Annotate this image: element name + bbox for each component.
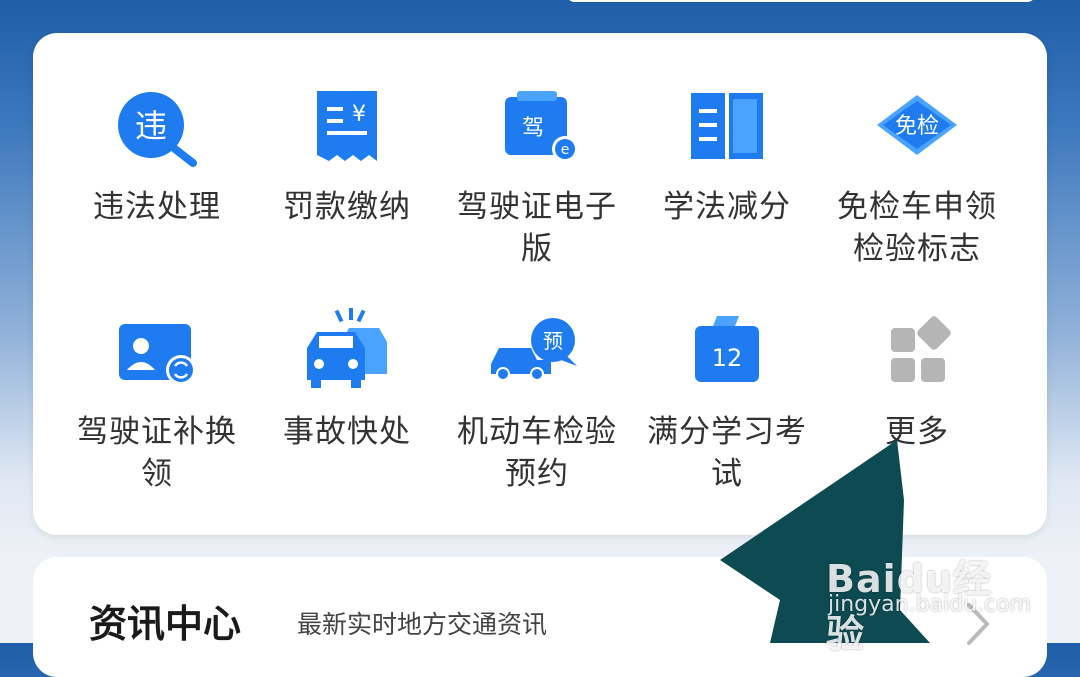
inspection-booking-icon: 预 (487, 308, 587, 398)
service-label: 满分学习考试 (647, 414, 807, 492)
service-label: 机动车检验预约 (457, 414, 617, 492)
service-label: 免检车申领检验标志 (837, 189, 997, 267)
service-label: 驾驶证补换领 (77, 414, 237, 492)
service-more[interactable]: 更多 (822, 308, 1012, 528)
receipt-icon: ¥ (297, 83, 397, 173)
service-label: 事故快处 (283, 414, 411, 450)
service-label: 学法减分 (663, 189, 791, 225)
exempt-badge-icon: 免检 (867, 83, 967, 173)
news-subtitle: 最新实时地方交通资讯 (297, 610, 548, 639)
service-violation[interactable]: 违 违法处理 (62, 83, 252, 313)
baidu-watermark: Baidu经验 jingyan.baidu.com (826, 540, 1031, 656)
service-label: 驾驶证电子版 (457, 189, 617, 267)
service-label: 罚款缴纳 (283, 189, 411, 225)
car-accident-icon (297, 308, 397, 398)
service-accident[interactable]: 事故快处 (252, 308, 442, 528)
svg-text:驾: 驾 (522, 116, 544, 141)
service-study-deduct[interactable]: 学法减分 (632, 83, 822, 313)
violation-search-icon: 违 (107, 83, 207, 173)
license-renew-icon (107, 308, 207, 398)
service-fine-payment[interactable]: ¥ 罚款缴纳 (252, 83, 442, 313)
service-license-renew[interactable]: 驾驶证补换领 (62, 308, 252, 528)
service-full-score-exam[interactable]: 12 满分学习考试 (632, 308, 822, 528)
calendar-12-icon: 12 (677, 308, 777, 398)
service-inspection-booking[interactable]: 预 机动车检验预约 (442, 308, 632, 528)
service-label: 更多 (885, 414, 949, 450)
open-book-icon (677, 83, 777, 173)
svg-text:e: e (561, 142, 570, 158)
svg-text:12: 12 (712, 344, 743, 372)
svg-text:违: 违 (135, 107, 167, 145)
top-search-bar[interactable] (566, 0, 1036, 2)
svg-text:¥: ¥ (352, 102, 366, 127)
service-exempt-sticker[interactable]: 免检 免检车申领检验标志 (822, 83, 1012, 313)
service-grid-card: 违 违法处理 ¥ 罚款缴纳 驾 e 驾驶证电子版 学法减分 免检 免检车申领检验… (33, 33, 1047, 535)
svg-text:免检: 免检 (895, 114, 939, 139)
svg-text:预: 预 (543, 329, 563, 353)
service-e-license[interactable]: 驾 e 驾驶证电子版 (442, 83, 632, 313)
service-label: 违法处理 (93, 189, 221, 225)
watermark-url: jingyan.baidu.com (828, 592, 1032, 617)
news-title: 资讯中心 (89, 602, 242, 646)
more-grid-icon (867, 308, 967, 398)
e-license-icon: 驾 e (487, 83, 587, 173)
